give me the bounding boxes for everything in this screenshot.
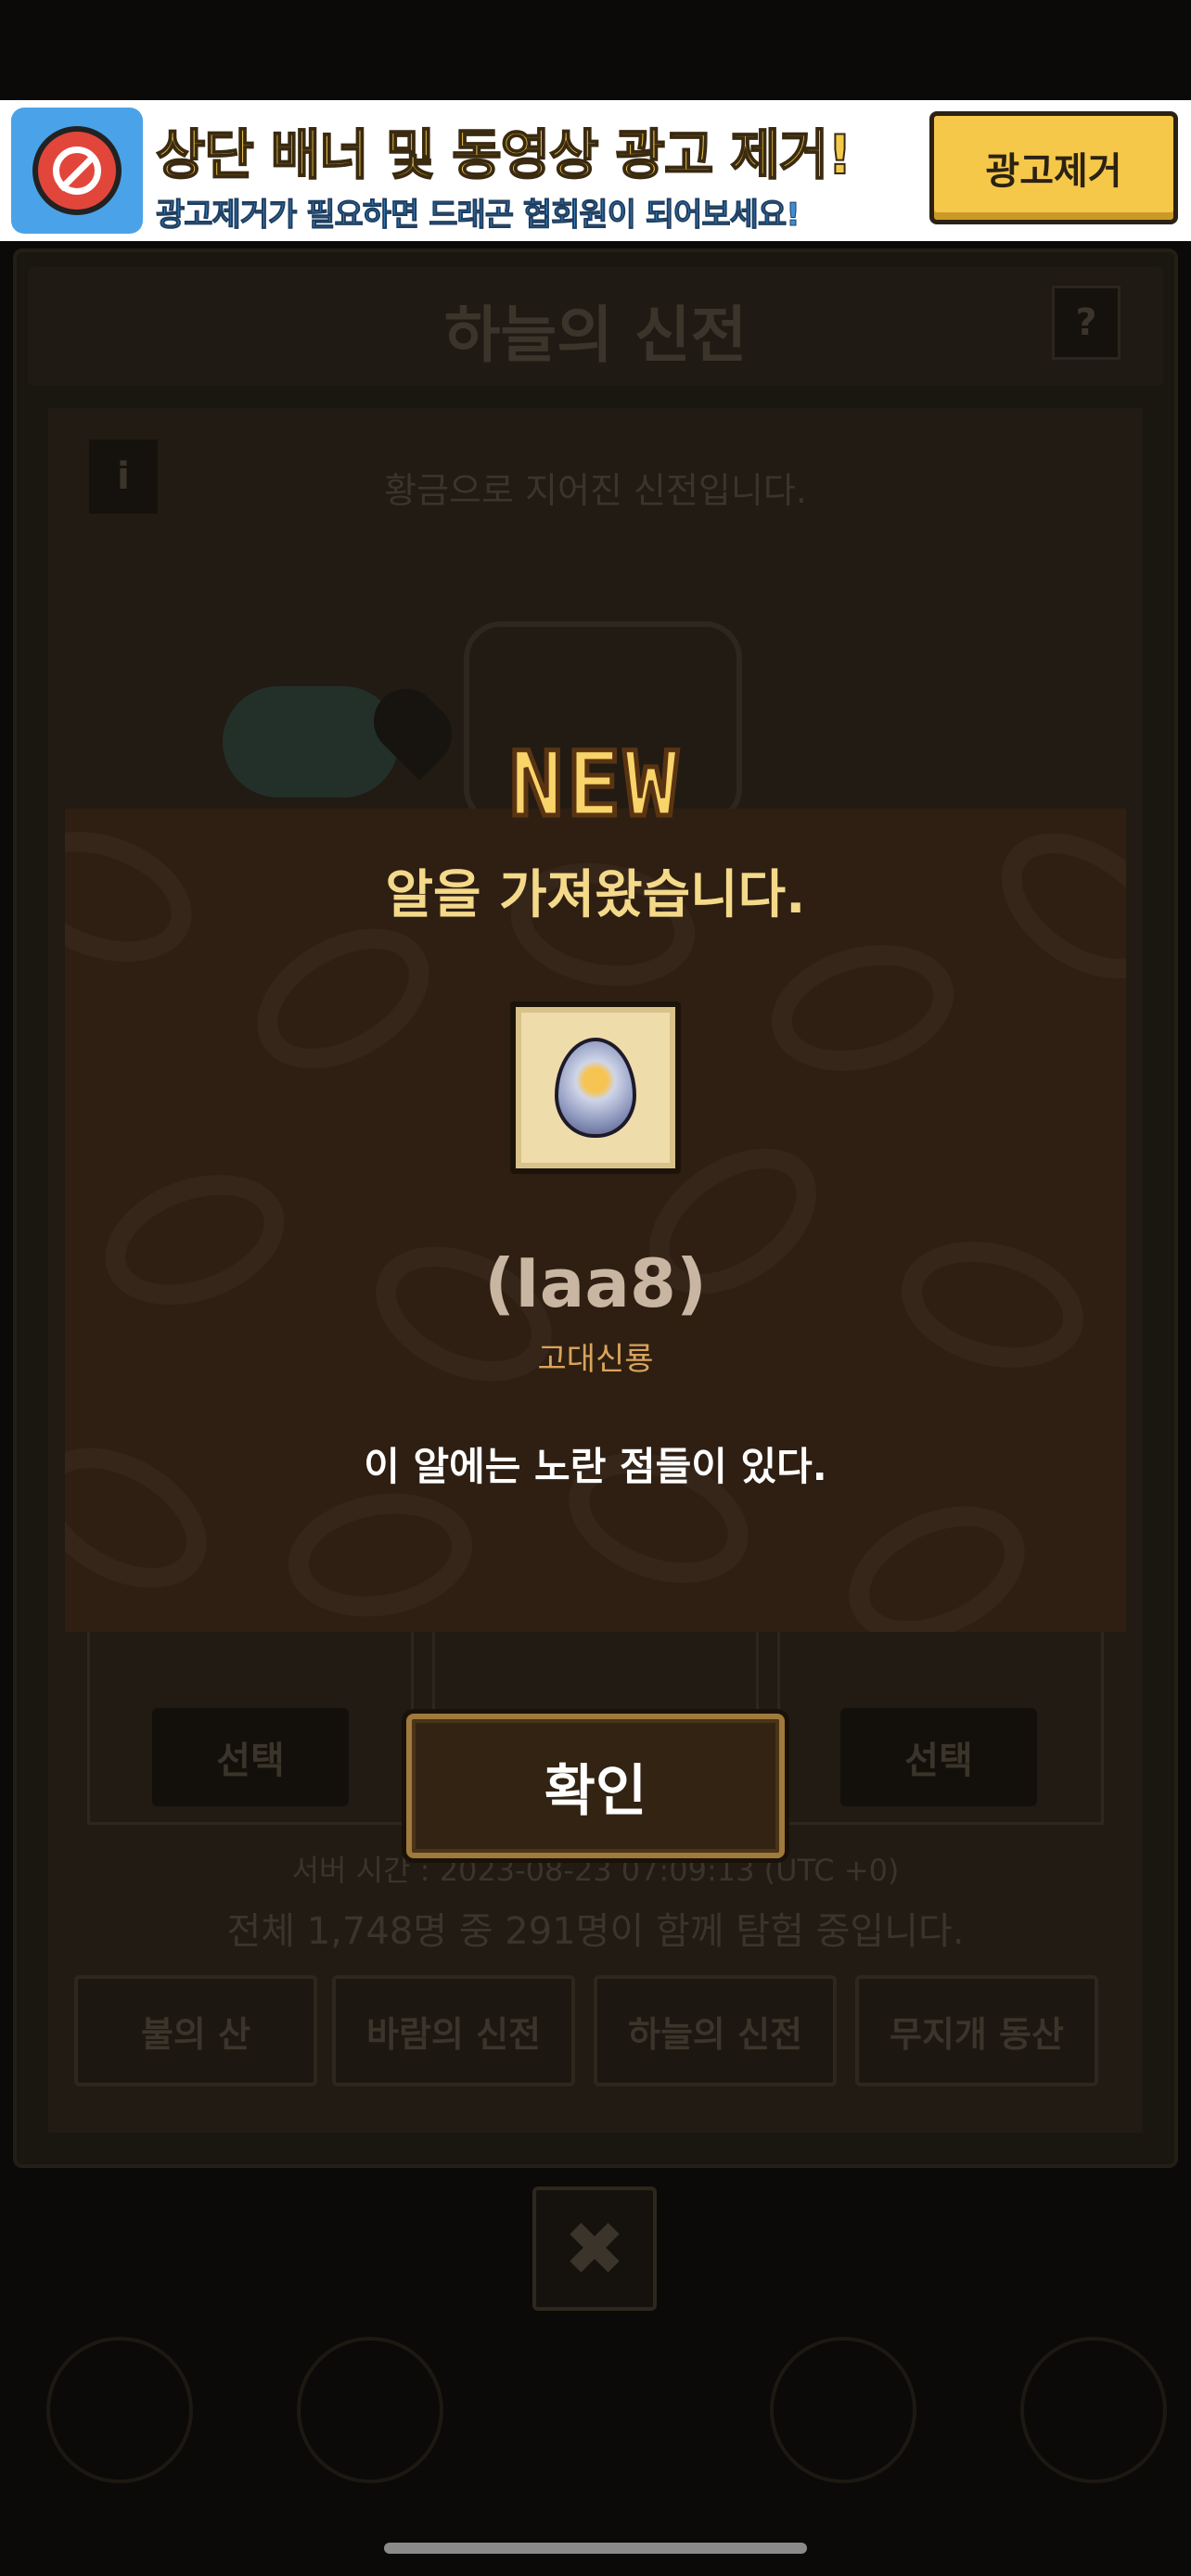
nav-icon[interactable] [46,2337,193,2483]
item-type: 고대신룡 [537,1341,654,1378]
confirm-button[interactable]: 확인 [406,1714,785,1858]
nav-icon[interactable] [1020,2337,1167,2483]
ad-banner[interactable]: 상단 배너 및 동영상 광고 제거! 광고제거가 필요하면 드래곤 협회원이 되… [0,100,1191,241]
select-button[interactable]: 선택 [152,1708,349,1806]
tab-fire-mountain[interactable]: 불의 산 [74,1975,317,2086]
no-ads-clock-icon [11,108,143,234]
tab-sky-temple[interactable]: 하늘의 신전 [594,1975,837,2086]
item-frame [510,1001,681,1174]
page-title: 하늘의 신전 [443,300,748,371]
dialog-pattern [65,809,1126,1632]
location-description: 황금으로 지어진 신전입니다. [384,470,807,511]
home-indicator[interactable] [384,2543,807,2554]
nav-icon[interactable] [297,2337,443,2483]
participant-count: 전체 1,748명 중 291명이 함께 탐험 중입니다. [226,1910,965,1953]
egg-icon [555,1038,636,1138]
ad-title: 상단 배너 및 동영상 광고 제거! [155,122,853,187]
new-badge: NEW [507,731,682,839]
close-icon[interactable]: ✖ [532,2187,657,2311]
help-icon[interactable]: ? [1052,286,1121,360]
ad-subtitle: 광고제거가 필요하면 드래곤 협회원이 되어보세요! [156,197,801,235]
dialog-title: 알을 가져왔습니다. [385,865,806,925]
select-button[interactable]: 선택 [840,1708,1037,1806]
remove-ads-button[interactable]: 광고제거 [929,111,1178,224]
item-description: 이 알에는 노란 점들이 있다. [364,1444,827,1489]
item-code: (Iaa8) [484,1244,707,1322]
tab-rainbow-hill[interactable]: 무지개 동산 [855,1975,1098,2086]
tab-wind-temple[interactable]: 바람의 신전 [332,1975,575,2086]
nav-icon[interactable] [770,2337,916,2483]
